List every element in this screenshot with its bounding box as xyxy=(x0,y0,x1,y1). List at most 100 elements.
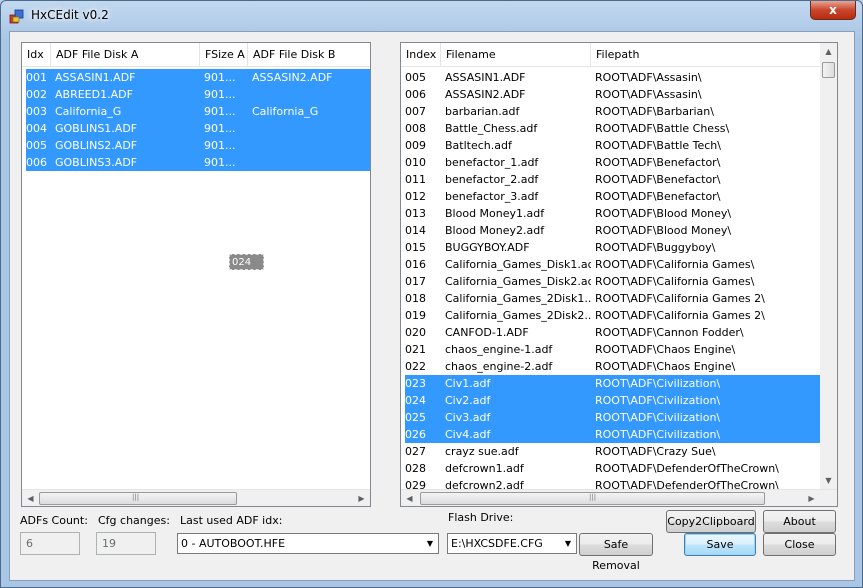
file-path-cell: ROOT\ADF\Cannon Fodder\ xyxy=(595,326,744,339)
adf-slot-fsize-cell: 901... xyxy=(204,139,236,152)
scroll-right-icon[interactable]: ▶ xyxy=(353,490,370,506)
file-row[interactable]: 026 Civ4.adf ROOT\ADF\Civilization\ xyxy=(405,426,820,443)
adf-slots-list[interactable]: Idx ADF File Disk A FSize A ADF File Dis… xyxy=(21,42,371,507)
adf-slot-row[interactable]: 006 GOBLINS3.ADF 901... xyxy=(26,154,370,171)
file-row[interactable]: 022 chaos_engine-2.adf ROOT\ADF\Chaos Engi… xyxy=(405,358,820,375)
file-path-cell: ROOT\ADF\DefenderOfTheCrown\ xyxy=(595,462,779,475)
file-row[interactable]: 011 benefactor_2.adf ROOT\ADF\Benefactor\ xyxy=(405,171,820,188)
file-filename-cell: benefactor_1.adf xyxy=(445,156,539,169)
column-header-disk-b[interactable]: ADF File Disk B xyxy=(248,43,370,67)
file-row[interactable]: 020 CANFOD-1.ADF ROOT\ADF\Cannon Fodder\ xyxy=(405,324,820,341)
drag-tooltip: 024 xyxy=(229,254,264,270)
file-row[interactable]: 025 Civ3.adf ROOT\ADF\Civilization\ xyxy=(405,409,820,426)
file-filename-cell: Civ4.adf xyxy=(445,428,491,441)
column-header-filename[interactable]: Filename xyxy=(441,43,591,67)
adf-slot-disk-b-cell xyxy=(250,86,366,103)
save-button[interactable]: Save xyxy=(684,533,756,556)
adf-slot-row[interactable]: 004 GOBLINS1.ADF 901... xyxy=(26,120,370,137)
file-index-cell: 010 xyxy=(405,156,426,169)
file-row[interactable]: 007 barbarian.adf ROOT\ADF\Barbarian\ xyxy=(405,103,820,120)
copy2clipboard-button[interactable]: Copy2Clipboard xyxy=(666,510,756,533)
column-header-index[interactable]: Index xyxy=(401,43,441,67)
left-scroll-thumb[interactable]: ||| xyxy=(39,492,237,505)
file-row[interactable]: 024 Civ2.adf ROOT\ADF\Civilization\ xyxy=(405,392,820,409)
adf-slot-disk-a-cell: GOBLINS2.ADF xyxy=(55,139,138,152)
adf-slot-disk-b-cell: California_G xyxy=(252,105,319,118)
file-row[interactable]: 012 benefactor_3.adf ROOT\ADF\Benefactor\ xyxy=(405,188,820,205)
adf-slot-row[interactable]: 003 California_G 901... California_G xyxy=(26,103,370,120)
cfg-changes-label: Cfg changes: xyxy=(98,514,170,527)
column-header-fsize-a[interactable]: FSize A xyxy=(200,43,248,67)
safe-removal-button[interactable]: Safe Removal xyxy=(579,533,653,572)
adf-slot-fsize-cell: 901... xyxy=(204,122,236,135)
file-path-cell: ROOT\ADF\Crazy Sue\ xyxy=(595,445,716,458)
file-index-cell: 014 xyxy=(405,224,426,237)
file-index-cell: 022 xyxy=(405,360,426,373)
file-path-cell: ROOT\ADF\Civilization\ xyxy=(595,411,721,424)
file-index-cell: 025 xyxy=(405,411,426,424)
last-idx-select[interactable]: 0 - AUTOBOOT.HFE ▼ xyxy=(177,533,439,554)
file-row[interactable]: 017 California_Games_Disk2.adf ROOT\ADF\Ca… xyxy=(405,273,820,290)
last-idx-value: 0 - AUTOBOOT.HFE xyxy=(181,537,286,550)
file-path-cell: ROOT\ADF\Chaos Engine\ xyxy=(595,343,736,356)
window-close-button[interactable]: x xyxy=(810,1,856,20)
scroll-up-icon[interactable]: ▲ xyxy=(820,43,837,60)
file-row[interactable]: 009 Batltech.adf ROOT\ADF\Battle Tech\ xyxy=(405,137,820,154)
column-header-filepath[interactable]: Filepath xyxy=(591,43,820,67)
scroll-right-icon[interactable]: ▶ xyxy=(803,490,820,506)
scroll-left-icon[interactable]: ◀ xyxy=(401,490,418,506)
file-index-cell: 017 xyxy=(405,275,426,288)
adf-slot-row[interactable]: 005 GOBLINS2.ADF 901... xyxy=(26,137,370,154)
right-vscroll-thumb[interactable] xyxy=(822,62,835,78)
file-path-cell: ROOT\ADF\Barbarian\ xyxy=(595,105,714,118)
file-index-cell: 015 xyxy=(405,241,426,254)
right-horizontal-scrollbar[interactable]: ◀ ||| ▶ xyxy=(401,489,837,506)
file-row[interactable]: 019 California_Games_2Disk2.... ROOT\ADF\C… xyxy=(405,307,820,324)
file-filename-cell: Civ1.adf xyxy=(445,377,491,390)
scroll-left-icon[interactable]: ◀ xyxy=(22,490,39,506)
file-filename-cell: ASSASIN2.ADF xyxy=(445,88,526,101)
column-header-disk-a[interactable]: ADF File Disk A xyxy=(51,43,200,67)
file-list[interactable]: Index Filename Filepath 005 ASSASIN1.ADF R… xyxy=(400,42,838,507)
file-path-cell: ROOT\ADF\California Games\ xyxy=(595,258,755,271)
scroll-down-icon[interactable]: ▼ xyxy=(820,472,837,489)
adf-slot-fsize-cell: 901... xyxy=(204,88,236,101)
file-row[interactable]: 028 defcrown1.adf ROOT\ADF\DefenderOfTheCr… xyxy=(405,460,820,477)
file-row[interactable]: 016 California_Games_Disk1.adf ROOT\ADF\Ca… xyxy=(405,256,820,273)
right-vertical-scrollbar[interactable]: ▲ ▼ xyxy=(820,43,837,489)
column-header-idx[interactable]: Idx xyxy=(22,43,51,67)
adf-slot-disk-b-cell xyxy=(250,120,366,137)
file-row[interactable]: 008 Battle_Chess.adf ROOT\ADF\Battle Chess… xyxy=(405,120,820,137)
file-row[interactable]: 023 Civ1.adf ROOT\ADF\Civilization\ xyxy=(405,375,820,392)
file-row[interactable]: 005 ASSASIN1.ADF ROOT\ADF\Assasin\ xyxy=(405,69,820,86)
file-filename-cell: Blood Money1.adf xyxy=(445,207,545,220)
adf-slot-idx-cell: 004 xyxy=(26,122,47,135)
file-row[interactable]: 006 ASSASIN2.ADF ROOT\ADF\Assasin\ xyxy=(405,86,820,103)
chevron-down-icon[interactable]: ▼ xyxy=(560,534,576,553)
left-horizontal-scrollbar[interactable]: ◀ ||| ▶ xyxy=(22,489,370,506)
adf-slot-row[interactable]: 001 ASSASIN1.ADF 901... ASSASIN2.ADF xyxy=(26,69,370,86)
file-row[interactable]: 010 benefactor_1.adf ROOT\ADF\Benefactor\ xyxy=(405,154,820,171)
flash-drive-select[interactable]: E:\HXCSDFE.CFG ▼ xyxy=(447,533,577,554)
right-hscroll-thumb[interactable]: ||| xyxy=(420,492,765,505)
file-filename-cell: California_Games_Disk1.adf xyxy=(445,258,591,271)
file-row[interactable]: 018 California_Games_2Disk1.... ROOT\ADF\C… xyxy=(405,290,820,307)
about-button[interactable]: About xyxy=(763,510,836,533)
file-path-cell: ROOT\ADF\Civilization\ xyxy=(595,394,721,407)
file-row[interactable]: 027 crayz sue.adf ROOT\ADF\Crazy Sue\ xyxy=(405,443,820,460)
file-index-cell: 026 xyxy=(405,428,426,441)
file-index-cell: 013 xyxy=(405,207,426,220)
file-row[interactable]: 014 Blood Money2.adf ROOT\ADF\Blood Money\ xyxy=(405,222,820,239)
file-filename-cell: benefactor_3.adf xyxy=(445,190,539,203)
file-path-cell: ROOT\ADF\Chaos Engine\ xyxy=(595,360,736,373)
adfs-count-field: 6 xyxy=(20,532,80,555)
close-button[interactable]: Close xyxy=(763,533,836,556)
file-row[interactable]: 021 chaos_engine-1.adf ROOT\ADF\Chaos Engi… xyxy=(405,341,820,358)
adf-slot-row[interactable]: 002 ABREED1.ADF 901... xyxy=(26,86,370,103)
adf-slot-disk-a-cell: ABREED1.ADF xyxy=(55,88,133,101)
chevron-down-icon[interactable]: ▼ xyxy=(422,534,438,553)
adf-slot-fsize-cell: 901... xyxy=(204,71,236,84)
file-row[interactable]: 015 BUGGYBOY.ADF ROOT\ADF\Buggyboy\ xyxy=(405,239,820,256)
file-index-cell: 012 xyxy=(405,190,426,203)
file-row[interactable]: 013 Blood Money1.adf ROOT\ADF\Blood Money\ xyxy=(405,205,820,222)
